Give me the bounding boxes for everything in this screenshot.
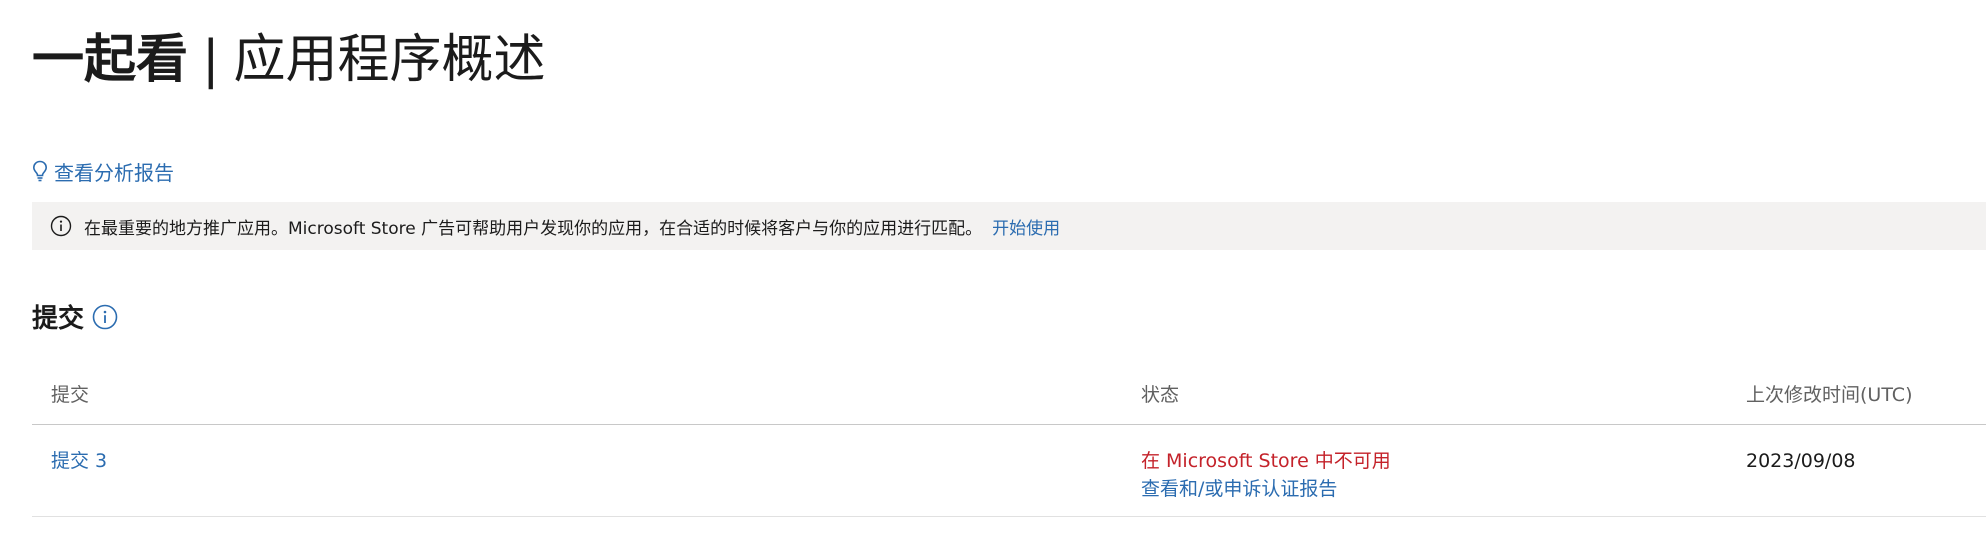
submissions-heading: 提交 (32, 298, 118, 335)
get-started-link[interactable]: 开始使用 (992, 214, 1060, 239)
view-analytics-link[interactable]: 查看分析报告 (32, 156, 174, 186)
table-header: 提交 状态 上次修改时间(UTC) (32, 376, 1986, 425)
title-separator: | (202, 30, 220, 90)
column-header-status: 状态 (1141, 384, 1180, 406)
column-header-submission: 提交 (51, 384, 90, 406)
modified-date: 2023/09/08 (1746, 450, 1856, 472)
promotion-banner: 在最重要的地方推广应用。Microsoft Store 广告可帮助用户发现你的应… (32, 202, 1986, 250)
submissions-title: 提交 (32, 304, 85, 334)
submissions-table: 提交 状态 上次修改时间(UTC) 提交 3 在 Microsoft Store… (32, 376, 1986, 517)
view-analytics-label: 查看分析报告 (54, 160, 174, 185)
table-row: 提交 3 在 Microsoft Store 中不可用 查看和/或申诉认证报告 … (32, 425, 1986, 517)
info-circle-icon[interactable] (92, 304, 118, 330)
app-overview-page: 一起看 | 应用程序概述 查看分析报告 在最重要的地方推广应用。Microsoft … (0, 0, 1986, 551)
lightbulb-icon (32, 160, 48, 182)
submission-link[interactable]: 提交 3 (51, 447, 107, 475)
status-text: 在 Microsoft Store 中不可用 (1141, 450, 1391, 472)
app-name: 一起看 (32, 30, 189, 90)
status-cell: 在 Microsoft Store 中不可用 查看和/或申诉认证报告 (1141, 447, 1391, 503)
banner-text: 在最重要的地方推广应用。Microsoft Store 广告可帮助用户发现你的应… (84, 218, 983, 239)
info-icon (50, 215, 72, 237)
page-name: 应用程序概述 (233, 30, 546, 90)
certification-report-link[interactable]: 查看和/或申诉认证报告 (1141, 475, 1391, 503)
column-header-modified: 上次修改时间(UTC) (1746, 384, 1913, 406)
page-title: 一起看 | 应用程序概述 (32, 30, 546, 90)
